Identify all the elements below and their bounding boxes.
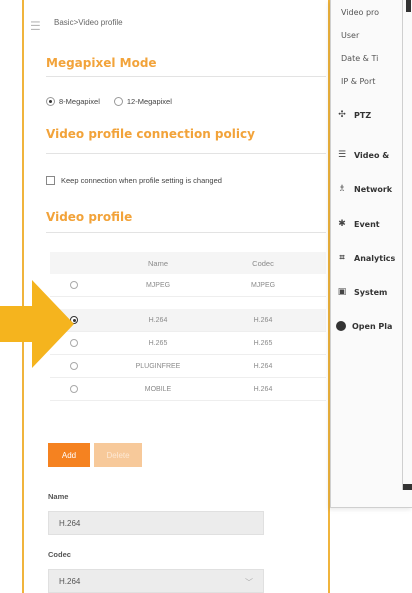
table-header: Name Codec (50, 252, 326, 274)
submenu-ip-port[interactable]: IP & Port (341, 77, 375, 86)
row-radio[interactable] (70, 385, 78, 393)
menu-item-system[interactable]: ▣ System (336, 287, 388, 297)
open-platform-icon (336, 321, 346, 331)
menu-icon[interactable]: ☰ (30, 20, 41, 32)
add-button[interactable]: Add (48, 443, 90, 467)
megapixel-options: 8-Megapixel 12-Megapixel (46, 93, 186, 109)
analytics-icon: ⌗ (339, 253, 345, 263)
menu-label: Open Pla (352, 321, 393, 331)
profile-codec: MJPEG (250, 281, 276, 289)
ptz-icon: ✣ (338, 110, 346, 120)
network-icon: ♗ (337, 184, 347, 194)
profile-codec: H.265 (253, 339, 273, 347)
profile-name: MJPEG (145, 281, 171, 289)
scrollbar-end (403, 484, 412, 490)
megapixel-mode-title: Megapixel Mode (46, 56, 157, 70)
profile-codec: H.264 (253, 362, 273, 370)
profile-name: MOBILE (144, 385, 172, 393)
divider (402, 0, 403, 490)
breadcrumb: Basic>Video profile (54, 18, 123, 27)
table-row[interactable]: PLUGINFREE H.264 (50, 355, 326, 378)
chevron-down-icon: ﹀ (245, 578, 253, 587)
menu-item-network[interactable]: ♗ Network (336, 184, 392, 194)
profile-name: PLUGINFREE (135, 362, 181, 370)
keep-connection-row: Keep connection when profile setting is … (46, 172, 222, 188)
megapixel-8-radio[interactable] (46, 96, 55, 106)
table-row[interactable]: H.265 H.265 (50, 332, 326, 355)
table-row[interactable]: MJPEG MJPEG (50, 274, 326, 297)
codec-column-header: Codec (252, 258, 274, 268)
codec-select[interactable]: H.264 ﹀ (48, 569, 264, 593)
menu-label: System (354, 287, 388, 297)
menu-label: PTZ (354, 110, 372, 120)
submenu-date-time[interactable]: Date & Ti (341, 54, 378, 63)
profile-name: H.265 (148, 339, 168, 347)
video-audio-icon: ☰ (337, 150, 347, 160)
top-bar: ☰ Basic>Video profile (24, 0, 328, 42)
divider (46, 232, 326, 233)
name-label: Name (48, 492, 69, 501)
system-icon: ▣ (337, 287, 347, 297)
menu-label: Video & (354, 150, 390, 160)
table-row[interactable]: MOBILE H.264 (50, 378, 326, 401)
profile-table: Name Codec MJPEG MJPEG H.264 H.264 H.265… (50, 252, 326, 401)
scrollbar[interactable] (404, 0, 412, 490)
menu-item-event[interactable]: ✱ Event (336, 219, 380, 229)
megapixel-12-radio[interactable] (113, 96, 123, 106)
name-input[interactable]: H.264 (48, 511, 264, 535)
menu-item-open-platform[interactable]: Open Pla (336, 321, 392, 331)
event-icon: ✱ (338, 219, 346, 229)
divider (46, 153, 326, 154)
megapixel-12-label: 12-Megapixel (126, 96, 172, 106)
scrollbar-thumb[interactable] (406, 0, 411, 12)
name-column-header: Name (147, 258, 168, 268)
keep-connection-checkbox[interactable] (46, 175, 55, 185)
arrow-pointer-icon (0, 280, 74, 368)
megapixel-8-label: 8-Megapixel (59, 96, 100, 106)
side-navigation: Video pro User Date & Ti IP & Port ✣ PTZ… (330, 0, 412, 508)
submenu-user[interactable]: User (341, 31, 359, 40)
table-row[interactable]: H.264 H.264 (50, 309, 326, 332)
codec-label: Codec (48, 550, 71, 559)
profile-name: H.264 (148, 316, 168, 324)
menu-label: Network (354, 184, 393, 194)
divider (46, 76, 326, 77)
profile-codec: H.264 (253, 316, 273, 324)
codec-select-value: H.264 (59, 576, 81, 586)
menu-item-ptz[interactable]: ✣ PTZ (336, 110, 371, 120)
video-profile-title: Video profile (46, 210, 133, 224)
menu-item-video-audio[interactable]: ☰ Video & (336, 150, 389, 160)
menu-label: Event (354, 219, 380, 229)
profile-codec: H.264 (253, 385, 273, 393)
menu-item-analytics[interactable]: ⌗ Analytics (336, 253, 395, 263)
keep-connection-label: Keep connection when profile setting is … (61, 175, 222, 185)
menu-label: Analytics (354, 253, 396, 263)
delete-button[interactable]: Delete (94, 443, 142, 467)
connection-policy-title: Video profile connection policy (46, 127, 255, 141)
submenu-video-profile[interactable]: Video pro (341, 8, 379, 17)
